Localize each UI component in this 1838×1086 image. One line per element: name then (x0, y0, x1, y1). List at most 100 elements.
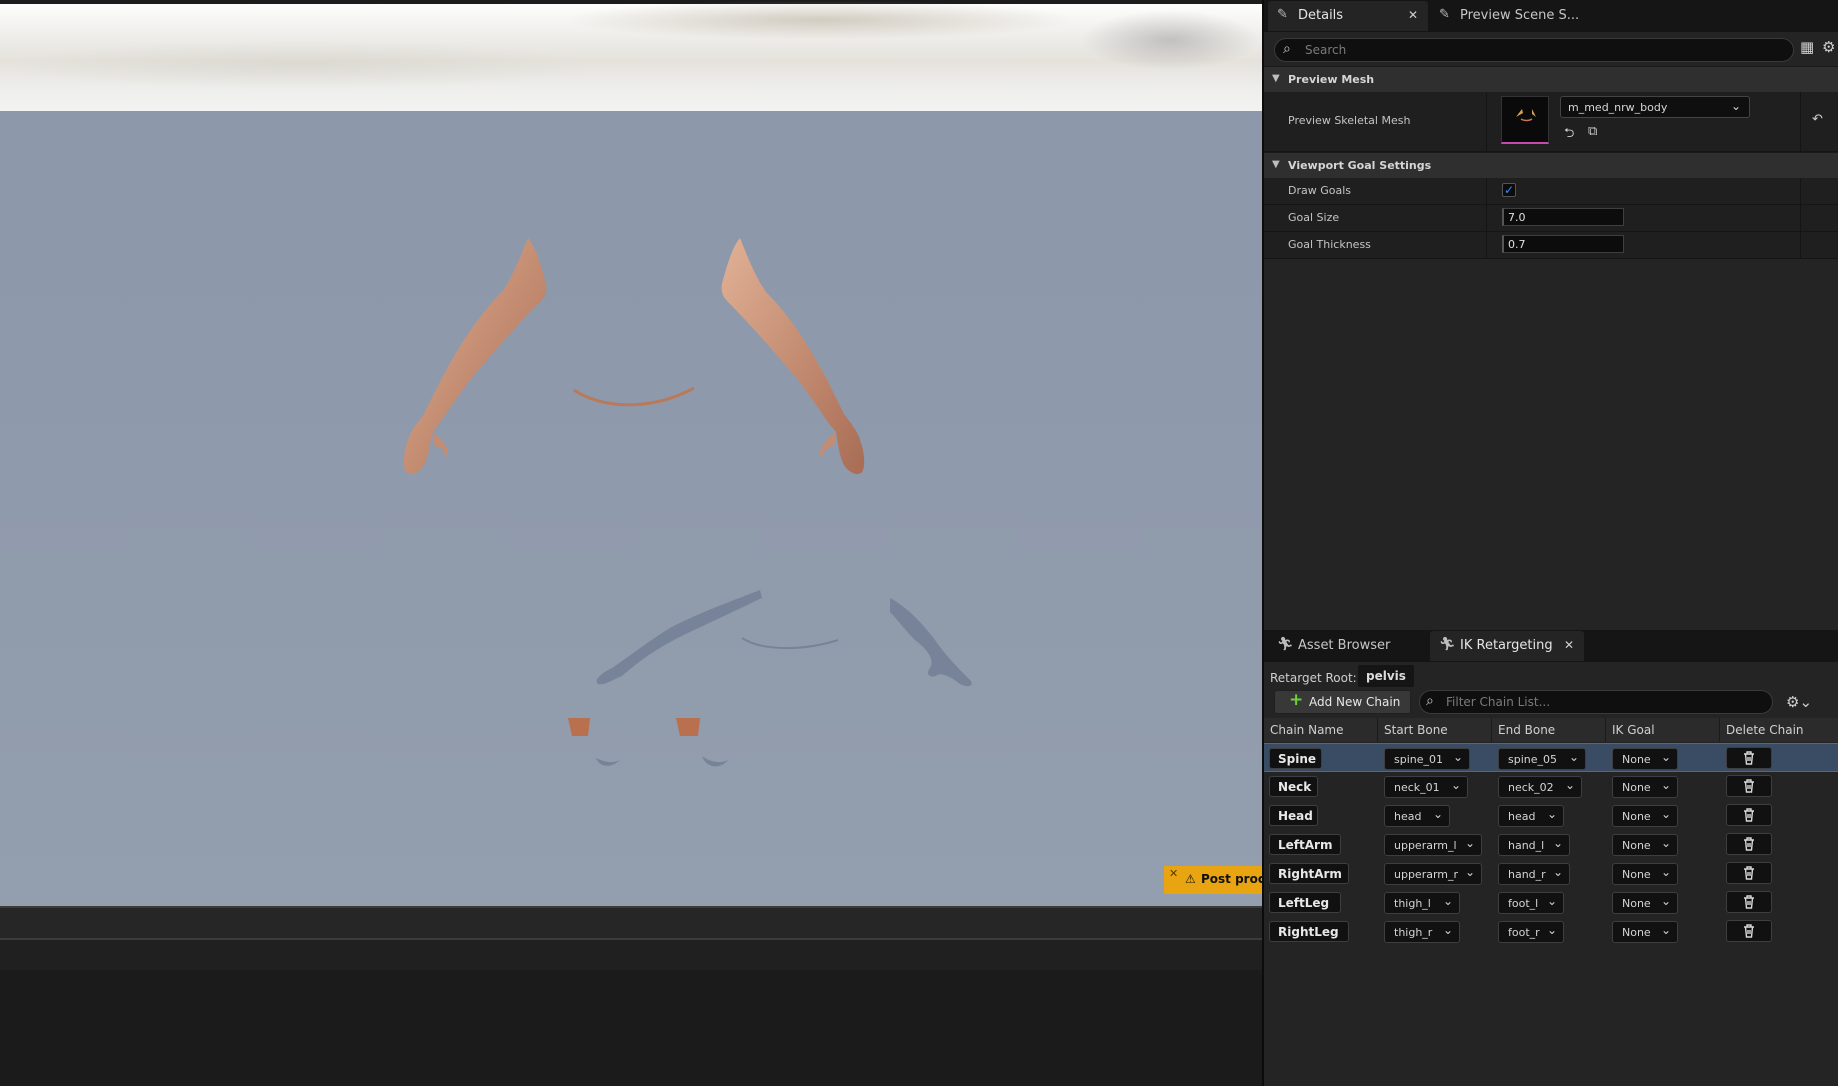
plus-icon: + (1289, 690, 1304, 710)
delete-chain-button[interactable] (1726, 862, 1772, 884)
chain-name-field[interactable]: RightLeg (1269, 921, 1349, 942)
goal-size-row: Goal Size 7.0 (1264, 205, 1838, 232)
end-bone-dropdown[interactable]: neck_02 ⌄ (1498, 776, 1582, 798)
chain-name-field[interactable]: Spine (1269, 748, 1322, 769)
dropdown-value: neck_01 (1394, 781, 1440, 794)
mesh-thumbnail[interactable] (1501, 96, 1549, 144)
delete-chain-button[interactable] (1726, 833, 1772, 855)
search-box[interactable]: ⌕ (1274, 38, 1794, 62)
ik-goal-dropdown[interactable]: None ⌄ (1612, 892, 1678, 914)
start-bone-dropdown[interactable]: upperarm_r ⌄ (1384, 863, 1482, 885)
column-header-chain-name[interactable]: Chain Name (1264, 718, 1378, 742)
column-divider (1800, 232, 1801, 258)
dropdown-value: foot_l (1508, 897, 1539, 910)
close-icon[interactable]: ✕ (1564, 638, 1574, 652)
start-bone-dropdown[interactable]: head ⌄ (1384, 805, 1450, 827)
browse-icon[interactable]: ⧉ (1588, 124, 1597, 139)
chain-name-field[interactable]: LeftArm (1269, 834, 1341, 855)
chevron-down-icon: ⌄ (1552, 836, 1563, 850)
preview-skeletal-mesh-row: Preview Skeletal Mesh m_med_nrw_body ⌄ ⮌… (1264, 92, 1838, 152)
start-bone-dropdown[interactable]: thigh_r ⌄ (1384, 921, 1460, 943)
delete-chain-button[interactable] (1726, 920, 1772, 942)
add-new-chain-button[interactable]: + Add New Chain (1274, 690, 1411, 714)
column-header-end-bone[interactable]: End Bone (1492, 718, 1606, 742)
tab-preview-scene-settings[interactable]: ✎ Preview Scene S... (1430, 1, 1600, 31)
left-foot-mesh (568, 718, 590, 736)
chain-name-field[interactable]: LeftLeg (1269, 892, 1341, 913)
close-icon[interactable]: ✕ (1169, 867, 1178, 880)
column-header-delete-chain[interactable]: Delete Chain (1720, 718, 1838, 742)
ik-goal-dropdown[interactable]: None ⌄ (1612, 863, 1678, 885)
close-icon[interactable]: ✕ (1408, 8, 1418, 22)
table-row[interactable]: RightArm upperarm_r ⌄ hand_r ⌄ None ⌄ (1264, 859, 1838, 888)
goal-thickness-field[interactable]: 0.7 (1502, 235, 1624, 253)
dropdown-value: spine_01 (1394, 753, 1444, 766)
column-divider (1486, 205, 1487, 231)
delete-chain-button[interactable] (1726, 747, 1772, 769)
chevron-down-icon: ⌄ (1450, 778, 1461, 792)
reset-icon[interactable]: ↶ (1812, 112, 1823, 127)
draw-goals-row: Draw Goals ✓ (1264, 178, 1838, 205)
filter-chain-input[interactable] (1444, 694, 1764, 710)
draw-goals-checkbox[interactable]: ✓ (1502, 183, 1516, 197)
tab-ik-retargeting[interactable]: 🏃︎ IK Retargeting ✕ (1430, 631, 1584, 661)
table-row[interactable]: LeftLeg thigh_l ⌄ foot_l ⌄ None ⌄ (1264, 888, 1838, 917)
ik-goal-dropdown[interactable]: None ⌄ (1612, 776, 1678, 798)
gear-icon[interactable]: ⚙ (1822, 38, 1835, 56)
end-bone-dropdown[interactable]: head ⌄ (1498, 805, 1564, 827)
ik-goal-dropdown[interactable]: None ⌄ (1612, 921, 1678, 943)
table-row[interactable]: LeftArm upperarm_l ⌄ hand_l ⌄ None ⌄ (1264, 830, 1838, 859)
end-bone-dropdown[interactable]: foot_r ⌄ (1498, 921, 1564, 943)
table-row[interactable]: Spine spine_01 ⌄ spine_05 ⌄ None ⌄ (1264, 743, 1838, 772)
start-bone-dropdown[interactable]: spine_01 ⌄ (1384, 748, 1470, 770)
collapse-triangle-icon: ▼ (1272, 73, 1280, 84)
goal-size-field[interactable]: 7.0 (1502, 208, 1624, 226)
tab-asset-browser[interactable]: 🏃︎ Asset Browser (1268, 631, 1428, 661)
section-title: Viewport Goal Settings (1288, 159, 1432, 172)
filter-chain-box[interactable]: ⌕ (1419, 690, 1773, 714)
tab-details[interactable]: ✎ Details ✕ (1268, 1, 1428, 31)
section-viewport-goal-settings[interactable]: ▼ Viewport Goal Settings (1264, 152, 1838, 178)
table-row[interactable]: Neck neck_01 ⌄ neck_02 ⌄ None ⌄ (1264, 772, 1838, 801)
column-divider (1486, 178, 1487, 204)
chevron-down-icon: ⌄ (1730, 99, 1741, 113)
column-header-ik-goal[interactable]: IK Goal (1606, 718, 1720, 742)
chevron-down-icon: ⌄ (1564, 778, 1575, 792)
retarget-root-value[interactable]: pelvis (1358, 665, 1414, 687)
preview-skeletal-mesh-dropdown[interactable]: m_med_nrw_body ⌄ (1560, 96, 1750, 118)
chevron-down-icon: ⌄ (1464, 836, 1475, 850)
gear-icon[interactable]: ⚙⌄ (1786, 693, 1812, 711)
chain-name-field[interactable]: Neck (1269, 776, 1318, 797)
start-bone-dropdown[interactable]: neck_01 ⌄ (1384, 776, 1468, 798)
start-bone-dropdown[interactable]: thigh_l ⌄ (1384, 892, 1460, 914)
chevron-down-icon: ⌄ (1660, 807, 1671, 821)
end-bone-dropdown[interactable]: spine_05 ⌄ (1498, 748, 1586, 770)
delete-chain-button[interactable] (1726, 804, 1772, 826)
table-row[interactable]: RightLeg thigh_r ⌄ foot_r ⌄ None ⌄ (1264, 917, 1838, 946)
delete-chain-button[interactable] (1726, 775, 1772, 797)
table-row[interactable]: Head head ⌄ head ⌄ None ⌄ (1264, 801, 1838, 830)
end-bone-dropdown[interactable]: hand_r ⌄ (1498, 863, 1570, 885)
chain-name-field[interactable]: Head (1269, 805, 1318, 826)
delete-chain-button[interactable] (1726, 891, 1772, 913)
end-bone-dropdown[interactable]: foot_l ⌄ (1498, 892, 1564, 914)
ik-goal-dropdown[interactable]: None ⌄ (1612, 805, 1678, 827)
details-panel: ⌕ ▦ ⚙ ▼ Preview Mesh Preview Skeletal Me… (1264, 32, 1838, 630)
chain-name-field[interactable]: RightArm (1269, 863, 1349, 884)
ik-goal-dropdown[interactable]: None ⌄ (1612, 834, 1678, 856)
ik-goal-dropdown[interactable]: None ⌄ (1612, 748, 1678, 770)
column-header-start-bone[interactable]: Start Bone (1378, 718, 1492, 742)
post-process-warning[interactable]: ✕ ⚠ Post proc (1164, 866, 1262, 894)
section-title: Preview Mesh (1288, 73, 1375, 86)
use-selected-icon[interactable]: ⮌ (1564, 124, 1574, 146)
section-preview-mesh[interactable]: ▼ Preview Mesh (1264, 66, 1838, 92)
start-bone-dropdown[interactable]: upperarm_l ⌄ (1384, 834, 1482, 856)
dropdown-value: None (1622, 926, 1651, 939)
viewport[interactable]: ✕ ⚠ Post proc (0, 0, 1262, 906)
end-bone-dropdown[interactable]: hand_l ⌄ (1498, 834, 1570, 856)
table-view-icon[interactable]: ▦ (1800, 38, 1814, 56)
chevron-down-icon: ⌄ (1464, 865, 1475, 879)
right-panel: ✎ Details ✕ ✎ Preview Scene S... ⌕ ▦ ⚙ ▼… (1262, 0, 1838, 1086)
chevron-down-icon: ⌄ (1660, 923, 1671, 937)
search-input[interactable] (1303, 41, 1773, 59)
